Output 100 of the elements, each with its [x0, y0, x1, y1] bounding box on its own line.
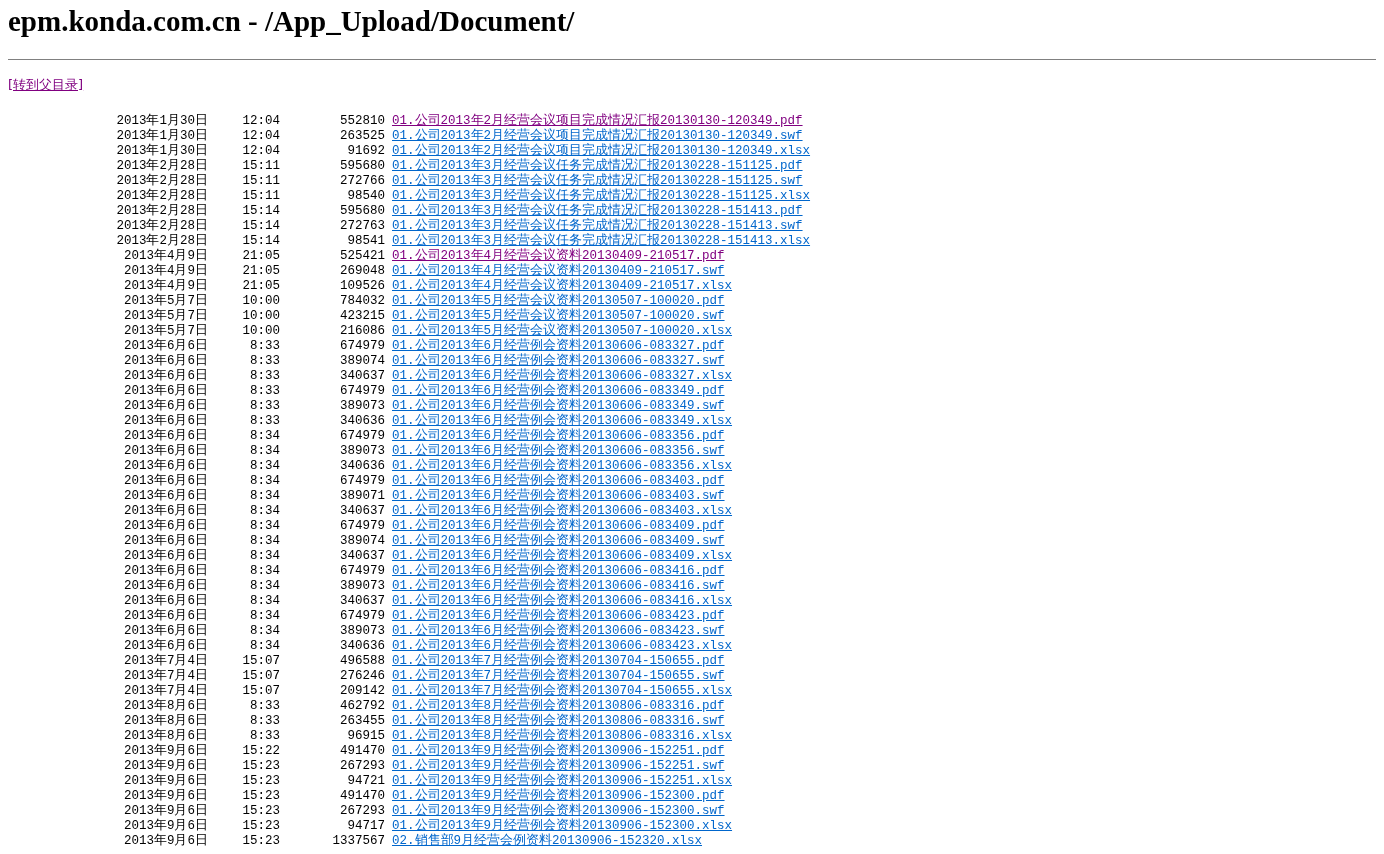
file-time: 8:34 [249, 534, 280, 549]
file-link[interactable]: 01.公司2013年4月经营会议资料20130409-210517.xlsx [392, 279, 733, 294]
file-time: 15:11 [241, 159, 280, 174]
file-link[interactable]: 01.公司2013年5月经营会议资料20130507-100020.swf [392, 309, 725, 324]
parent-directory-link[interactable]: [转到父目录] [8, 77, 84, 92]
file-link[interactable]: 01.公司2013年7月经营例会资料20130704-150655.xlsx [392, 684, 733, 699]
file-time: 8:33 [249, 729, 280, 744]
file-link[interactable]: 01.公司2013年5月经营会议资料20130507-100020.pdf [392, 294, 725, 309]
file-link[interactable]: 01.公司2013年6月经营例会资料20130606-083349.xlsx [392, 414, 733, 429]
file-link[interactable]: 01.公司2013年6月经营例会资料20130606-083356.xlsx [392, 459, 733, 474]
file-time: 15:23 [241, 774, 280, 789]
file-link[interactable]: 01.公司2013年9月经营例会资料20130906-152300.pdf [392, 789, 725, 804]
file-link[interactable]: 01.公司2013年9月经营例会资料20130906-152251.pdf [392, 744, 725, 759]
file-size: 674979 [339, 564, 385, 579]
file-link[interactable]: 01.公司2013年6月经营例会资料20130606-083403.swf [392, 489, 725, 504]
file-link[interactable]: 01.公司2013年9月经营例会资料20130906-152251.xlsx [392, 774, 733, 789]
file-time: 8:34 [249, 504, 280, 519]
file-link[interactable]: 01.公司2013年4月经营会议资料20130409-210517.swf [392, 264, 725, 279]
file-link[interactable]: 01.公司2013年9月经营例会资料20130906-152300.swf [392, 804, 725, 819]
file-time: 8:33 [249, 714, 280, 729]
file-date: 2013年2月28日 [115, 174, 208, 188]
file-size: 272763 [339, 219, 385, 234]
file-link[interactable]: 01.公司2013年6月经营例会资料20130606-083423.xlsx [392, 639, 733, 654]
file-size: 276246 [339, 669, 385, 684]
file-link[interactable]: 01.公司2013年6月经营例会资料20130606-083409.swf [392, 534, 725, 549]
file-link[interactable]: 01.公司2013年6月经营例会资料20130606-083327.xlsx [392, 369, 733, 384]
file-size: 98540 [346, 189, 385, 204]
file-size: 340636 [339, 639, 385, 654]
file-date: 2013年6月6日 [123, 624, 208, 638]
file-time: 15:14 [241, 219, 280, 234]
file-link[interactable]: 01.公司2013年3月经营会议任务完成情况汇报20130228-151413.swf [392, 219, 803, 234]
file-link[interactable]: 01.公司2013年8月经营例会资料20130806-083316.pdf [392, 699, 725, 714]
file-link[interactable]: 01.公司2013年6月经营例会资料20130606-083349.swf [392, 399, 725, 414]
file-date: 2013年6月6日 [123, 429, 208, 443]
file-time: 8:34 [249, 459, 280, 474]
file-date: 2013年6月6日 [123, 369, 208, 383]
file-link[interactable]: 01.公司2013年2月经营会议项目完成情况汇报20130130-120349.xlsx [392, 144, 811, 159]
file-link[interactable]: 01.公司2013年2月经营会议项目完成情况汇报20130130-120349.swf [392, 129, 803, 144]
file-link[interactable]: 01.公司2013年3月经营会议任务完成情况汇报20130228-151125.xlsx [392, 189, 811, 204]
file-size: 496588 [339, 654, 385, 669]
file-size: 272766 [339, 174, 385, 189]
file-time: 15:11 [241, 174, 280, 189]
file-link[interactable]: 01.公司2013年6月经营例会资料20130606-083423.swf [392, 624, 725, 639]
file-date: 2013年1月30日 [115, 144, 208, 158]
file-link[interactable]: 01.公司2013年3月经营会议任务完成情况汇报20130228-151413.pdf [392, 204, 803, 219]
file-link[interactable]: 01.公司2013年8月经营例会资料20130806-083316.xlsx [392, 729, 733, 744]
file-time: 15:11 [241, 189, 280, 204]
file-link[interactable]: 01.公司2013年3月经营会议任务完成情况汇报20130228-151413.xlsx [392, 234, 811, 249]
file-size: 462792 [339, 699, 385, 714]
file-link[interactable]: 01.公司2013年6月经营例会资料20130606-083416.swf [392, 579, 725, 594]
file-link[interactable]: 01.公司2013年4月经营会议资料20130409-210517.pdf [392, 249, 725, 264]
file-date: 2013年8月6日 [123, 729, 208, 743]
file-date: 2013年2月28日 [115, 189, 208, 203]
file-link[interactable]: 01.公司2013年6月经营例会资料20130606-083327.pdf [392, 339, 725, 354]
file-link[interactable]: 01.公司2013年6月经营例会资料20130606-083356.swf [392, 444, 725, 459]
file-time: 8:34 [249, 639, 280, 654]
file-link[interactable]: 01.公司2013年6月经营例会资料20130606-083403.pdf [392, 474, 725, 489]
file-link[interactable]: 01.公司2013年2月经营会议项目完成情况汇报20130130-120349.pdf [392, 114, 803, 129]
file-link[interactable]: 01.公司2013年6月经营例会资料20130606-083416.pdf [392, 564, 725, 579]
file-size: 389074 [339, 534, 385, 549]
file-size: 340637 [339, 594, 385, 609]
file-link[interactable]: 01.公司2013年6月经营例会资料20130606-083409.pdf [392, 519, 725, 534]
file-link[interactable]: 01.公司2013年6月经营例会资料20130606-083423.pdf [392, 609, 725, 624]
file-link[interactable]: 01.公司2013年6月经营例会资料20130606-083356.pdf [392, 429, 725, 444]
file-date: 2013年7月4日 [123, 684, 208, 698]
file-time: 8:33 [249, 339, 280, 354]
file-time: 15:23 [241, 759, 280, 774]
file-link[interactable]: 01.公司2013年6月经营例会资料20130606-083327.swf [392, 354, 725, 369]
file-link[interactable]: 01.公司2013年7月经营例会资料20130704-150655.swf [392, 669, 725, 684]
file-link[interactable]: 01.公司2013年3月经营会议任务完成情况汇报20130228-151125.swf [392, 174, 803, 189]
file-date: 2013年5月7日 [123, 324, 208, 338]
file-link[interactable]: 01.公司2013年5月经营会议资料20130507-100020.xlsx [392, 324, 733, 339]
file-size: 674979 [339, 519, 385, 534]
file-link[interactable]: 01.公司2013年3月经营会议任务完成情况汇报20130228-151125.pdf [392, 159, 803, 174]
file-link[interactable]: 01.公司2013年6月经营例会资料20130606-083349.pdf [392, 384, 725, 399]
file-time: 8:33 [249, 414, 280, 429]
file-date: 2013年6月6日 [123, 444, 208, 458]
file-size: 674979 [339, 429, 385, 444]
file-link[interactable]: 02.销售部9月经营会例资料20130906-152320.xlsx [392, 834, 703, 849]
file-link[interactable]: 01.公司2013年7月经营例会资料20130704-150655.pdf [392, 654, 725, 669]
file-date: 2013年6月6日 [123, 384, 208, 398]
file-link[interactable]: 01.公司2013年9月经营例会资料20130906-152251.swf [392, 759, 725, 774]
file-time: 8:33 [249, 354, 280, 369]
file-time: 8:34 [249, 624, 280, 639]
file-link[interactable]: 01.公司2013年8月经营例会资料20130806-083316.swf [392, 714, 725, 729]
file-date: 2013年9月6日 [123, 774, 208, 788]
file-link[interactable]: 01.公司2013年6月经营例会资料20130606-083416.xlsx [392, 594, 733, 609]
file-time: 21:05 [241, 279, 280, 294]
file-link[interactable]: 01.公司2013年6月经营例会资料20130606-083409.xlsx [392, 549, 733, 564]
file-link[interactable]: 01.公司2013年6月经营例会资料20130606-083403.xlsx [392, 504, 733, 519]
file-date: 2013年2月28日 [115, 159, 208, 173]
file-size: 491470 [339, 744, 385, 759]
file-time: 8:34 [249, 549, 280, 564]
file-time: 15:23 [241, 819, 280, 834]
file-date: 2013年6月6日 [123, 474, 208, 488]
file-link[interactable]: 01.公司2013年9月经营例会资料20130906-152300.xlsx [392, 819, 733, 834]
file-size: 263525 [339, 129, 385, 144]
file-time: 12:04 [241, 114, 280, 129]
file-time: 8:34 [249, 429, 280, 444]
file-size: 389073 [339, 579, 385, 594]
